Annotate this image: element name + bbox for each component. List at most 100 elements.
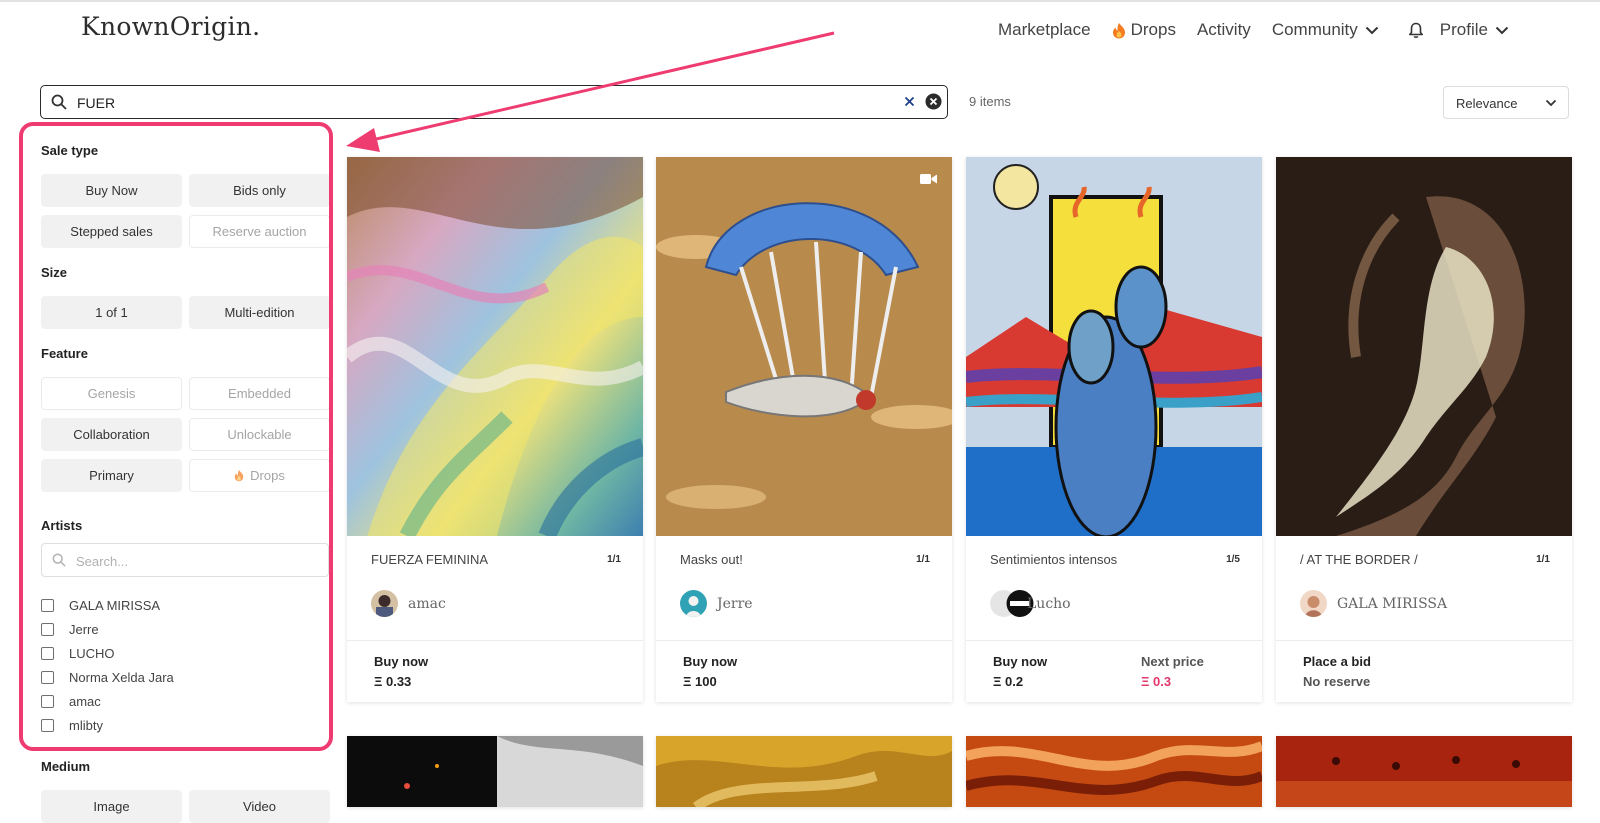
filter-genesis[interactable]: Genesis xyxy=(41,377,182,410)
artwork-title[interactable]: FUERZA FEMININA xyxy=(371,552,488,567)
artwork-title[interactable]: Masks out! xyxy=(680,552,743,567)
artwork-card[interactable]: / AT THE BORDER / 1/1 GALA MIRISSA Place… xyxy=(1276,157,1572,702)
artwork-card[interactable]: Masks out! 1/1 Jerre Buy now Ξ 100 xyxy=(656,157,952,702)
artist-filter-item[interactable]: Norma Xelda Jara xyxy=(41,670,174,685)
artist-name: Norma Xelda Jara xyxy=(69,670,174,685)
nav-drops-label: Drops xyxy=(1130,20,1176,39)
nav-drops[interactable]: Drops xyxy=(1112,20,1176,40)
chevron-down-icon xyxy=(1365,26,1378,34)
filter-multi-edition[interactable]: Multi-edition xyxy=(189,296,330,329)
creator-avatar[interactable] xyxy=(371,590,398,617)
artwork-image[interactable] xyxy=(966,157,1262,536)
nav-community[interactable]: Community xyxy=(1272,20,1379,40)
search-bar xyxy=(40,85,948,119)
medium-title: Medium xyxy=(41,759,91,774)
artwork-image[interactable] xyxy=(1276,157,1572,536)
top-border xyxy=(0,0,1600,2)
artist-search-input[interactable] xyxy=(74,549,318,573)
artwork-image[interactable] xyxy=(347,157,643,536)
artwork-card[interactable]: FUERZA FEMININA 1/1 amac Buy now Ξ 0.33 xyxy=(347,157,643,702)
card-divider xyxy=(1276,640,1572,641)
nav-activity[interactable]: Activity xyxy=(1197,20,1251,40)
price-value: Ξ 0.33 xyxy=(374,674,412,689)
creator-name[interactable]: amac xyxy=(408,596,446,612)
creator-name[interactable]: GALA MIRISSA xyxy=(1337,596,1447,612)
search-icon xyxy=(51,94,67,110)
creator-name[interactable]: Jerre xyxy=(717,596,753,612)
artwork-thumbnail xyxy=(347,736,643,807)
nav-activity-label: Activity xyxy=(1196,20,1251,39)
artwork-thumbnail xyxy=(1276,736,1572,807)
filter-embedded[interactable]: Embedded xyxy=(189,377,330,410)
price-value: Ξ 100 xyxy=(683,674,717,689)
artist-search-field xyxy=(41,543,329,577)
feature-title: Feature xyxy=(41,346,88,361)
nav-marketplace-label: Marketplace xyxy=(998,20,1091,39)
sort-selected-label: Relevance xyxy=(1456,96,1518,111)
artist-checkbox[interactable] xyxy=(41,695,54,708)
notifications-button[interactable] xyxy=(1408,22,1424,39)
creator-avatar[interactable] xyxy=(1300,590,1327,617)
next-price-label: Next price xyxy=(1141,654,1204,669)
creator-name[interactable]: Lucho xyxy=(1027,596,1071,612)
sale-type-title: Sale type xyxy=(41,143,99,158)
results-count: 9 items xyxy=(969,94,1011,109)
search-input[interactable] xyxy=(75,90,879,116)
artwork-image[interactable] xyxy=(656,157,952,536)
artwork-thumbnail xyxy=(656,736,952,807)
edition-label: 1/5 xyxy=(1226,554,1240,565)
nav-marketplace[interactable]: Marketplace xyxy=(998,20,1091,40)
filter-drops[interactable]: Drops xyxy=(189,459,330,492)
artist-checkbox[interactable] xyxy=(41,623,54,636)
price-label: Place a bid xyxy=(1303,654,1371,669)
filter-primary[interactable]: Primary xyxy=(41,459,182,492)
artist-checkbox[interactable] xyxy=(41,671,54,684)
artwork-card[interactable] xyxy=(966,736,1262,807)
card-divider xyxy=(347,640,643,641)
artwork-card[interactable] xyxy=(347,736,643,807)
artist-checkbox[interactable] xyxy=(41,647,54,660)
main-nav: Marketplace Drops Activity Community Pro… xyxy=(998,18,1530,42)
artist-filter-item[interactable]: amac xyxy=(41,694,101,709)
filter-buy-now[interactable]: Buy Now xyxy=(41,174,182,207)
card-divider xyxy=(966,640,1262,641)
filter-stepped-sales[interactable]: Stepped sales xyxy=(41,215,182,248)
clear-search-icon[interactable] xyxy=(925,93,942,110)
price-label: Buy now xyxy=(683,654,738,669)
artwork-card[interactable]: Sentimientos intensos 1/5 Lucho Buy now … xyxy=(966,157,1262,702)
filter-unlockable[interactable]: Unlockable xyxy=(189,418,330,451)
nav-profile[interactable]: Profile xyxy=(1440,20,1509,40)
filter-reserve-auction[interactable]: Reserve auction xyxy=(189,215,330,248)
nav-profile-label: Profile xyxy=(1439,20,1488,39)
artist-filter-item[interactable]: GALA MIRISSA xyxy=(41,598,160,613)
artist-filter-item[interactable]: Jerre xyxy=(41,622,99,637)
sort-select[interactable]: Relevance xyxy=(1443,86,1569,119)
edition-label: 1/1 xyxy=(607,554,621,565)
chevron-down-icon xyxy=(1495,26,1509,34)
filter-collaboration[interactable]: Collaboration xyxy=(41,418,182,451)
artist-name: GALA MIRISSA xyxy=(69,598,161,613)
artist-filter-item[interactable]: LUCHO xyxy=(41,646,115,661)
price-value: Ξ 0.2 xyxy=(993,674,1024,689)
knownorigin-logo[interactable]: KnownOrigin. xyxy=(81,12,260,41)
artwork-title[interactable]: / AT THE BORDER / xyxy=(1300,552,1418,567)
avatar-image xyxy=(680,590,707,617)
creator-avatar[interactable] xyxy=(680,590,707,617)
artwork-thumbnail xyxy=(1276,157,1572,536)
avatar-image xyxy=(1300,590,1327,617)
clear-text-icon[interactable] xyxy=(904,96,915,107)
video-camera-icon xyxy=(920,174,937,184)
filter-1-of-1[interactable]: 1 of 1 xyxy=(41,296,182,329)
price-label: Buy now xyxy=(993,654,1048,669)
search-icon xyxy=(52,553,66,567)
flame-icon xyxy=(234,470,244,482)
artist-checkbox[interactable] xyxy=(41,719,54,732)
artwork-title[interactable]: Sentimientos intensos xyxy=(990,552,1117,567)
artist-filter-item[interactable]: mlibty xyxy=(41,718,103,733)
artwork-card[interactable] xyxy=(656,736,952,807)
artist-name: mlibty xyxy=(69,718,103,733)
artwork-card[interactable] xyxy=(1276,736,1572,807)
nav-community-label: Community xyxy=(1271,20,1358,39)
artist-checkbox[interactable] xyxy=(41,599,54,612)
filter-bids-only[interactable]: Bids only xyxy=(189,174,330,207)
